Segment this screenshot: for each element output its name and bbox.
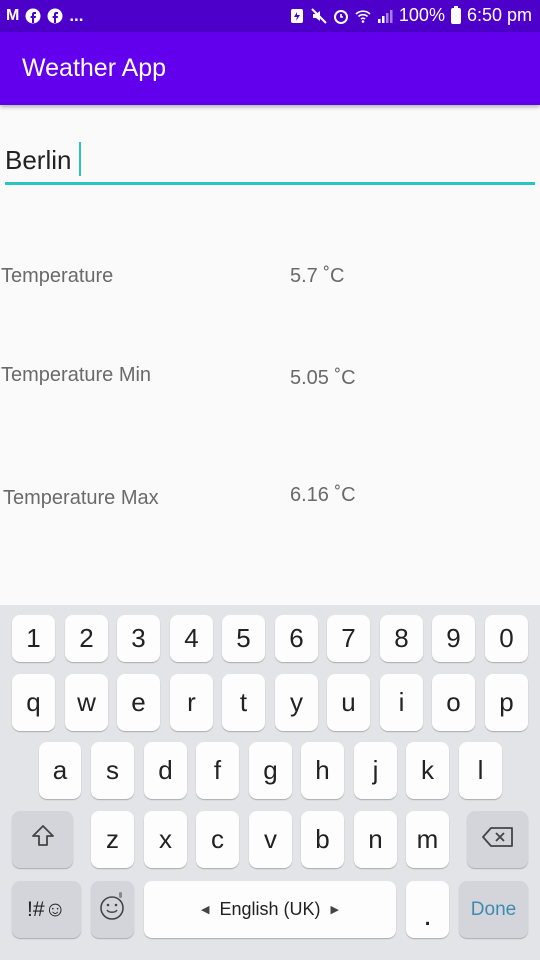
key-8[interactable]: 8 (380, 615, 423, 662)
wifi-icon (355, 8, 371, 24)
period-key[interactable]: . (406, 881, 449, 938)
key-o[interactable]: o (432, 674, 475, 731)
notification-overflow: ... (69, 6, 84, 25)
key-m[interactable]: m (406, 811, 449, 868)
key-9[interactable]: 9 (432, 615, 475, 662)
key-f[interactable]: f (196, 742, 239, 799)
done-key-label: Done (470, 898, 517, 920)
key-3[interactable]: 3 (117, 615, 160, 662)
key-q[interactable]: q (12, 674, 55, 731)
key-w[interactable]: w (65, 674, 108, 731)
app-title: Weather App (22, 54, 167, 82)
shift-icon (30, 823, 56, 856)
backspace-icon (481, 824, 515, 855)
key-n[interactable]: n (354, 811, 397, 868)
status-bar: M ... 100% 6:50 pm (0, 0, 540, 32)
key-2[interactable]: 2 (65, 615, 108, 662)
battery-icon (450, 5, 461, 24)
status-bar-system: 100% 6:50 pm (289, 5, 532, 26)
temperature-max-label: Temperature Max (3, 487, 159, 509)
key-x[interactable]: x (144, 811, 187, 868)
key-p[interactable]: p (485, 674, 528, 731)
facebook-icon (25, 8, 41, 24)
symbols-key-label: !#☺ (27, 897, 66, 921)
key-t[interactable]: t (222, 674, 265, 731)
temperature-max-value: 6.16 ˚C (290, 484, 356, 506)
key-c[interactable]: c (196, 811, 239, 868)
key-0[interactable]: 0 (485, 615, 528, 662)
shift-key[interactable] (12, 811, 73, 868)
space-bar[interactable]: ◀ English (UK) ▶ (144, 881, 396, 938)
key-s[interactable]: s (91, 742, 134, 799)
key-r[interactable]: r (170, 674, 213, 731)
key-h[interactable]: h (301, 742, 344, 799)
key-4[interactable]: 4 (170, 615, 213, 662)
key-z[interactable]: z (91, 811, 134, 868)
temperature-value: 5.7 ˚C (290, 265, 345, 287)
key-6[interactable]: 6 (275, 615, 318, 662)
backspace-key[interactable] (467, 811, 528, 868)
emoji-key[interactable] (91, 881, 134, 938)
key-l[interactable]: l (459, 742, 502, 799)
key-u[interactable]: u (327, 674, 370, 731)
language-left-icon: ◀ (201, 904, 210, 916)
city-input[interactable] (5, 138, 535, 185)
key-b[interactable]: b (301, 811, 344, 868)
language-right-icon: ▶ (330, 904, 339, 916)
key-k[interactable]: k (406, 742, 449, 799)
done-key[interactable]: Done (459, 881, 528, 938)
status-bar-notifications: M ... (6, 6, 84, 26)
key-a[interactable]: a (39, 742, 81, 799)
gmail-icon: M (6, 7, 20, 24)
battery-saver-icon (289, 8, 305, 24)
key-v[interactable]: v (249, 811, 292, 868)
signal-icon (377, 8, 393, 24)
facebook-icon (47, 8, 63, 24)
clock: 6:50 pm (466, 5, 532, 25)
text-cursor (79, 142, 81, 176)
period-key-label: . (423, 898, 432, 932)
temperature-min-label: Temperature Min (1, 364, 152, 386)
alarm-icon (333, 8, 349, 24)
soft-keyboard: 1 2 3 4 5 6 7 8 9 0 q w e r t y u i o p … (0, 605, 540, 960)
temperature-label: Temperature (1, 265, 114, 287)
key-y[interactable]: y (275, 674, 318, 731)
emoji-icon (99, 891, 127, 928)
key-5[interactable]: 5 (222, 615, 265, 662)
key-1[interactable]: 1 (12, 615, 55, 662)
battery-percent: 100% (398, 5, 445, 25)
symbols-key[interactable]: !#☺ (12, 881, 81, 938)
key-7[interactable]: 7 (327, 615, 370, 662)
key-d[interactable]: d (144, 742, 187, 799)
space-bar-label: English (UK) (219, 899, 321, 919)
key-i[interactable]: i (380, 674, 423, 731)
key-e[interactable]: e (117, 674, 160, 731)
key-j[interactable]: j (354, 742, 397, 799)
app-bar: Weather App (0, 32, 540, 105)
key-g[interactable]: g (249, 742, 292, 799)
mute-icon (311, 7, 327, 24)
temperature-min-value: 5.05 ˚C (290, 367, 356, 389)
